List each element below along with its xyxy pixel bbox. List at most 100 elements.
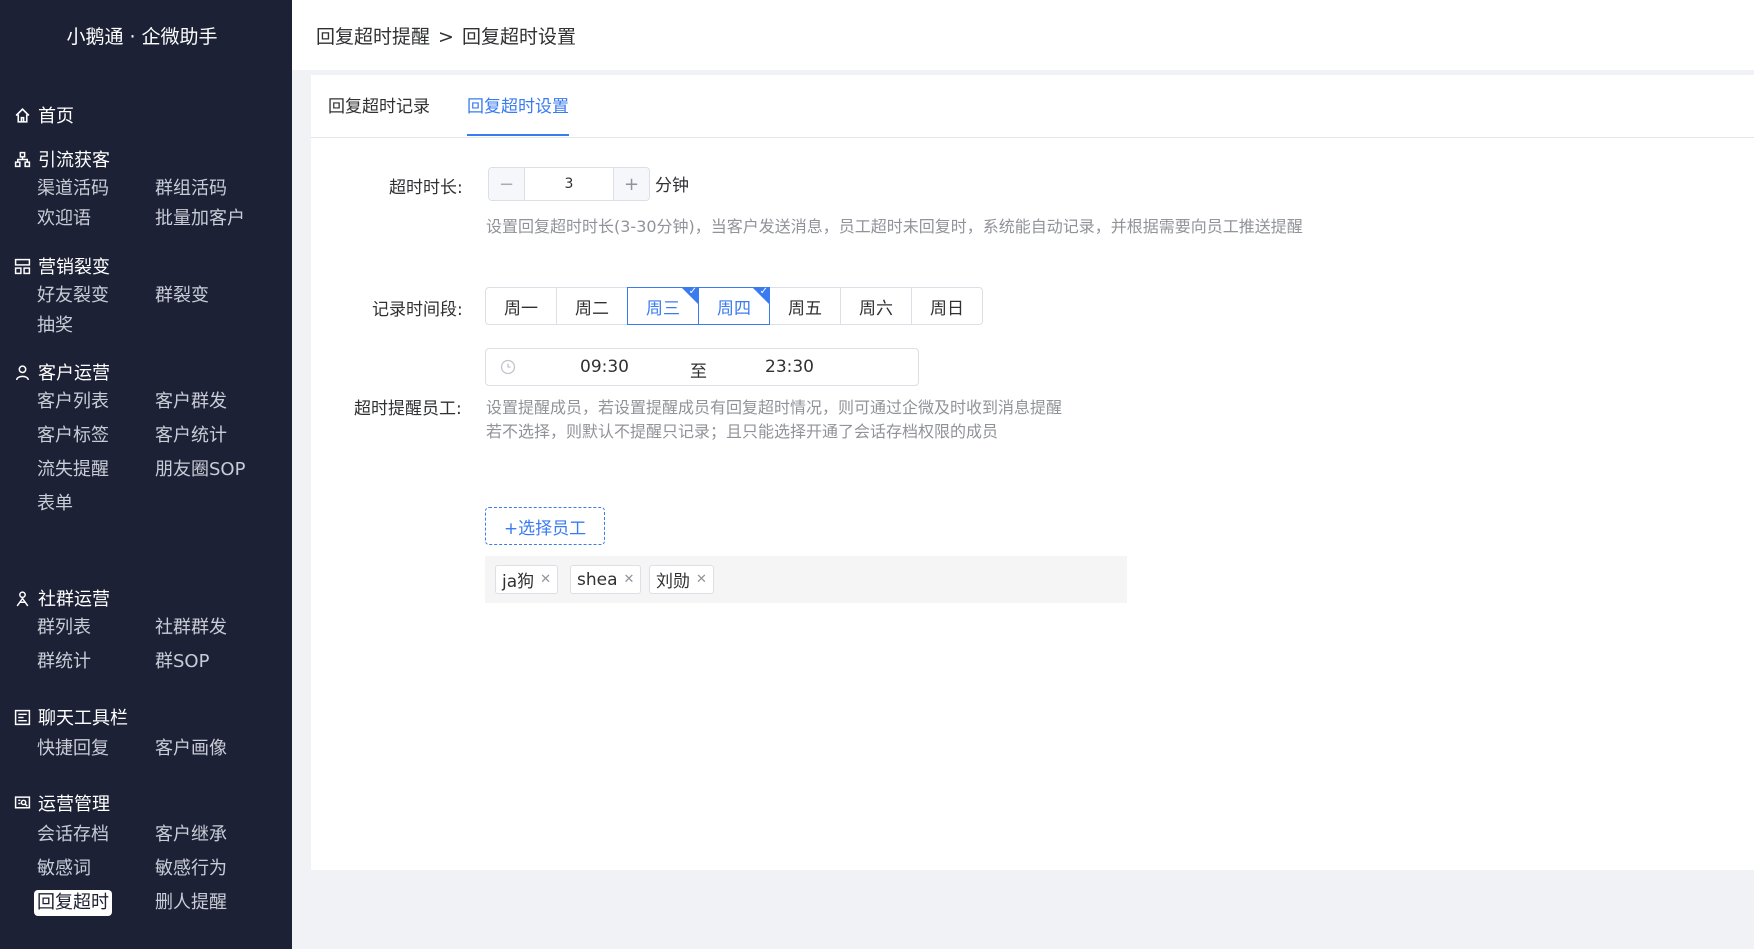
close-icon[interactable]: ✕	[696, 572, 707, 587]
day-label: 周二	[575, 298, 609, 319]
sidebar-item-moments-sop[interactable]: 朋友圈SOP	[155, 457, 245, 483]
top-header: 回复超时提醒 > 回复超时设置	[292, 0, 1754, 70]
settings-card: 回复超时记录 回复超时设置 超时时长: − 3 + 分钟 设置回复超时时长(3-…	[311, 75, 1754, 870]
sidebar-group-title: 营销裂变	[12, 253, 110, 279]
weekday-selector: 周一 周二 周三 ✓ 周四 ✓ 周五 周六 周日	[485, 287, 983, 325]
staff-tag: ja狗 ✕	[495, 565, 559, 594]
user-icon	[12, 362, 32, 382]
increment-button[interactable]: +	[613, 168, 649, 200]
sidebar-item-session-archive[interactable]: 会话存档	[37, 822, 109, 848]
sidebar-group-title: 引流获客	[12, 146, 110, 172]
timeout-unit: 分钟	[655, 176, 689, 196]
sidebar-item-quick-reply[interactable]: 快捷回复	[37, 736, 109, 762]
breadcrumb-parent[interactable]: 回复超时提醒	[316, 26, 430, 48]
sidebar-item-customer-broadcast[interactable]: 客户群发	[155, 389, 227, 415]
sidebar-item-churn-alert[interactable]: 流失提醒	[37, 457, 109, 483]
grid-icon	[12, 256, 32, 276]
end-time[interactable]: 23:30	[765, 357, 814, 377]
staff-hint-2: 若不选择，则默认不提醒只记录；且只能选择开通了会话存档权限的成员	[486, 422, 999, 441]
sidebar-item-sensitive-words[interactable]: 敏感词	[37, 856, 91, 882]
selected-staff-list: ja狗 ✕ shea ✕ 刘勋 ✕	[485, 556, 1127, 603]
close-icon[interactable]: ✕	[624, 572, 635, 587]
sidebar-group-title: 运营管理	[12, 790, 110, 816]
monitor-search-icon	[12, 793, 32, 813]
sidebar-item-group-sop[interactable]: 群SOP	[155, 649, 209, 675]
tab-bar: 回复超时记录 回复超时设置	[311, 75, 1754, 138]
staff-tag-label: 刘勋	[656, 572, 690, 592]
sidebar-item-form[interactable]: 表单	[37, 491, 73, 517]
timeout-hint: 设置回复超时时长(3-30分钟)，当客户发送消息，员工超时未回复时，系统能自动记…	[486, 217, 1303, 236]
sidebar-item-group-fission[interactable]: 群裂变	[155, 283, 209, 309]
brand-title: 小鹅通 · 企微助手	[66, 26, 218, 48]
timeout-stepper: − 3 +	[488, 167, 650, 201]
staff-tag-label: shea	[577, 569, 618, 590]
sidebar-item-customer-tags[interactable]: 客户标签	[37, 423, 109, 449]
tab-timeout-settings[interactable]: 回复超时设置	[467, 92, 569, 136]
sidebar-item-lottery[interactable]: 抽奖	[37, 313, 73, 339]
sidebar-item-friend-fission[interactable]: 好友裂变	[37, 283, 109, 309]
sidebar-item-customer-profile[interactable]: 客户画像	[155, 736, 227, 762]
staff-tag-label: ja狗	[502, 572, 535, 592]
sidebar-item-welcome[interactable]: 欢迎语	[37, 206, 91, 232]
day-label: 周六	[859, 298, 893, 319]
toolbar-icon	[12, 707, 32, 727]
breadcrumb-separator: >	[438, 26, 454, 48]
day-tuesday[interactable]: 周二	[556, 287, 628, 325]
staff-tag: 刘勋 ✕	[649, 565, 714, 594]
day-saturday[interactable]: 周六	[840, 287, 912, 325]
sidebar-item-group-stats[interactable]: 群统计	[37, 649, 91, 675]
sidebar-item-customer-list[interactable]: 客户列表	[37, 389, 109, 415]
sitemap-icon	[12, 149, 32, 169]
decrement-button[interactable]: −	[489, 168, 525, 200]
day-label: 周日	[930, 298, 964, 319]
sidebar: 小鹅通 · 企微助手 首页 引流获客 渠道活码 群组活码 欢迎语 批量加客户 营…	[0, 0, 292, 949]
group-icon	[12, 588, 32, 608]
day-thursday[interactable]: 周四 ✓	[698, 287, 770, 325]
group-title-label: 聊天工具栏	[38, 708, 128, 729]
sidebar-item-customer-inherit[interactable]: 客户继承	[155, 822, 227, 848]
day-sunday[interactable]: 周日	[911, 287, 983, 325]
sidebar-item-group-broadcast[interactable]: 社群群发	[155, 615, 227, 641]
breadcrumb-current: 回复超时设置	[461, 26, 576, 48]
breadcrumb: 回复超时提醒 > 回复超时设置	[316, 22, 576, 49]
record-period-label: 记录时间段:	[372, 300, 463, 320]
time-range-picker[interactable]: 09:30 至 23:30	[485, 348, 919, 386]
group-title-label: 客户运营	[38, 363, 110, 384]
sidebar-item-batch-add[interactable]: 批量加客户	[155, 206, 245, 232]
sidebar-group-title: 客户运营	[12, 359, 110, 385]
close-icon[interactable]: ✕	[540, 572, 551, 587]
tab-timeout-records[interactable]: 回复超时记录	[328, 92, 430, 136]
sidebar-item-home[interactable]: 首页	[12, 102, 74, 128]
sidebar-item-delete-alert[interactable]: 删人提醒	[155, 890, 227, 916]
staff-hint-1: 设置提醒成员，若设置提醒成员有回复超时情况，则可通过企微及时收到消息提醒	[486, 398, 1063, 417]
group-title-label: 营销裂变	[38, 257, 110, 278]
day-monday[interactable]: 周一	[485, 287, 557, 325]
sidebar-item-group-code[interactable]: 群组活码	[155, 176, 227, 202]
timeout-duration-label: 超时时长:	[389, 178, 463, 198]
sidebar-item-reply-timeout[interactable]: 回复超时	[34, 890, 112, 916]
alert-staff-label: 超时提醒员工:	[354, 399, 462, 419]
sidebar-item-customer-stats[interactable]: 客户统计	[155, 423, 227, 449]
day-label: 周四	[717, 298, 751, 319]
day-label: 周五	[788, 298, 822, 319]
home-icon	[12, 105, 32, 125]
sidebar-group-title: 聊天工具栏	[12, 704, 128, 730]
sidebar-item-sensitive-behavior[interactable]: 敏感行为	[155, 856, 227, 882]
clock-icon	[500, 359, 516, 375]
range-separator: 至	[690, 362, 707, 382]
group-title-label: 引流获客	[38, 150, 110, 171]
select-staff-button[interactable]: +选择员工	[485, 507, 605, 545]
check-icon: ✓	[759, 286, 768, 297]
staff-tag: shea ✕	[570, 565, 642, 594]
start-time[interactable]: 09:30	[580, 357, 629, 377]
day-wednesday[interactable]: 周三 ✓	[627, 287, 699, 325]
sidebar-home-label: 首页	[38, 106, 74, 127]
group-title-label: 运营管理	[38, 794, 110, 815]
day-friday[interactable]: 周五	[769, 287, 841, 325]
sidebar-group-title: 社群运营	[12, 585, 110, 611]
timeout-value-input[interactable]: 3	[525, 168, 613, 200]
day-label: 周三	[646, 298, 680, 319]
sidebar-item-channel-code[interactable]: 渠道活码	[37, 176, 109, 202]
group-title-label: 社群运营	[38, 589, 110, 610]
sidebar-item-group-list[interactable]: 群列表	[37, 615, 91, 641]
